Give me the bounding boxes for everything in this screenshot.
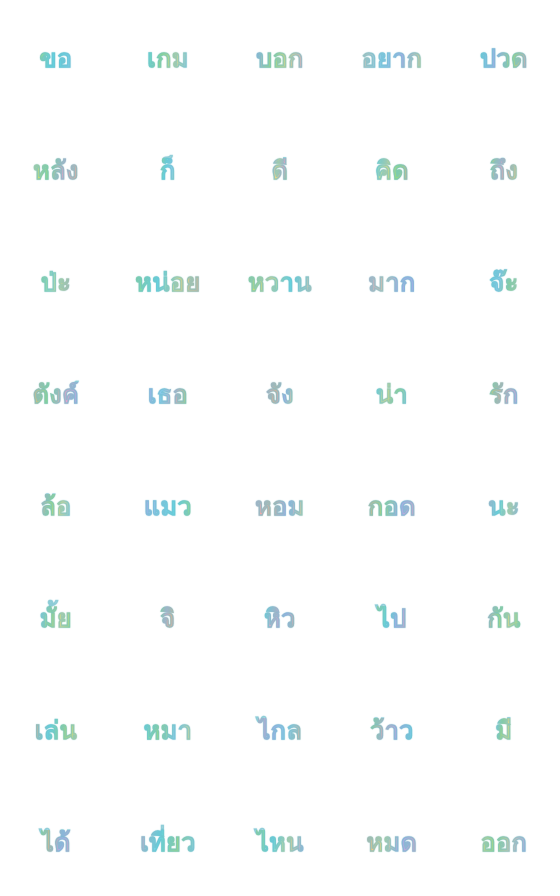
sticker-word: หน่อย (135, 267, 201, 297)
sticker-item[interactable]: อยาก (336, 0, 448, 112)
sticker-word: น่า (375, 379, 409, 409)
sticker-word: จ๊ะ (489, 267, 519, 297)
sticker-item[interactable]: ถึง (448, 112, 560, 224)
sticker-word: ได้ (41, 827, 71, 857)
sticker-item[interactable]: เธอ (112, 336, 224, 448)
sticker-item[interactable]: ขอ (0, 0, 112, 112)
sticker-word: ป่ะ (40, 267, 72, 297)
sticker-item[interactable]: หมด (336, 784, 448, 896)
sticker-item[interactable]: น่า (336, 336, 448, 448)
sticker-item[interactable]: หมา (112, 672, 224, 784)
sticker-word: ถึง (489, 155, 519, 185)
sticker-word: ออก (480, 827, 528, 857)
sticker-word: นะ (488, 491, 520, 521)
sticker-word: เล่น (34, 715, 78, 745)
sticker-item[interactable]: หวาน (224, 224, 336, 336)
sticker-word: ก็ (160, 155, 176, 185)
sticker-word: มาก (368, 267, 416, 297)
sticker-item[interactable]: เที่ยว (112, 784, 224, 896)
sticker-item[interactable]: คิด (336, 112, 448, 224)
sticker-word: บอก (256, 43, 304, 73)
sticker-word: หมา (143, 715, 193, 745)
sticker-item[interactable]: จ๊ะ (448, 224, 560, 336)
sticker-word: ไกล (257, 715, 303, 745)
sticker-item[interactable]: กอด (336, 448, 448, 560)
sticker-item[interactable]: เล่น (0, 672, 112, 784)
sticker-item[interactable]: กัน (448, 560, 560, 672)
sticker-item[interactable]: หอม (224, 448, 336, 560)
sticker-word: มี (495, 715, 513, 745)
sticker-item[interactable]: หิว (224, 560, 336, 672)
sticker-item[interactable]: มาก (336, 224, 448, 336)
sticker-item[interactable]: รัก (448, 336, 560, 448)
sticker-item[interactable]: เกม (112, 0, 224, 112)
sticker-word: ขอ (39, 43, 73, 73)
sticker-word: มั้ย (39, 603, 73, 633)
sticker-item[interactable]: มี (448, 672, 560, 784)
sticker-word: กอด (368, 491, 416, 521)
sticker-word: จัง (266, 379, 294, 409)
sticker-word: หิว (264, 603, 296, 633)
sticker-word: ว้าว (370, 715, 414, 745)
sticker-word: หอม (255, 491, 305, 521)
sticker-item[interactable]: บอก (224, 0, 336, 112)
sticker-item[interactable]: ป่ะ (0, 224, 112, 336)
sticker-word: ปวด (480, 43, 528, 73)
sticker-item[interactable]: มั้ย (0, 560, 112, 672)
sticker-item[interactable]: ไป (336, 560, 448, 672)
sticker-grid: ขอ เกม บอก อยาก ปวดหลัง ก็ ดี คิด ถึงป่ะ หน่อย หวา… (0, 0, 560, 896)
sticker-word: เกม (147, 43, 189, 73)
sticker-item[interactable]: นะ (448, 448, 560, 560)
sticker-word: ดี (271, 155, 289, 185)
sticker-word: ตังค์ (32, 379, 80, 409)
sticker-item[interactable]: แมว (112, 448, 224, 560)
sticker-item[interactable]: ไกล (224, 672, 336, 784)
sticker-word: รัก (489, 379, 519, 409)
sticker-item[interactable]: จัง (224, 336, 336, 448)
sticker-word: คิด (375, 155, 409, 185)
sticker-item[interactable]: ได้ (0, 784, 112, 896)
sticker-word: ล้อ (40, 491, 72, 521)
sticker-word: กัน (487, 603, 521, 633)
sticker-word: เธอ (147, 379, 189, 409)
sticker-word: เที่ยว (140, 827, 196, 857)
sticker-word: อยาก (361, 43, 423, 73)
sticker-item[interactable]: ล้อ (0, 448, 112, 560)
sticker-word: แมว (143, 491, 193, 521)
sticker-item[interactable]: ว้าว (336, 672, 448, 784)
sticker-word: ไป (377, 603, 407, 633)
sticker-item[interactable]: จิ (112, 560, 224, 672)
sticker-word: ไหน (256, 827, 304, 857)
sticker-item[interactable]: ดี (224, 112, 336, 224)
sticker-word: หมด (366, 827, 418, 857)
sticker-word: หวาน (248, 267, 312, 297)
sticker-item[interactable]: ไหน (224, 784, 336, 896)
sticker-item[interactable]: ปวด (448, 0, 560, 112)
sticker-word: จิ (160, 603, 176, 633)
sticker-word: หลัง (33, 155, 79, 185)
sticker-item[interactable]: ออก (448, 784, 560, 896)
sticker-item[interactable]: หลัง (0, 112, 112, 224)
sticker-item[interactable]: ตังค์ (0, 336, 112, 448)
sticker-item[interactable]: ก็ (112, 112, 224, 224)
sticker-item[interactable]: หน่อย (112, 224, 224, 336)
